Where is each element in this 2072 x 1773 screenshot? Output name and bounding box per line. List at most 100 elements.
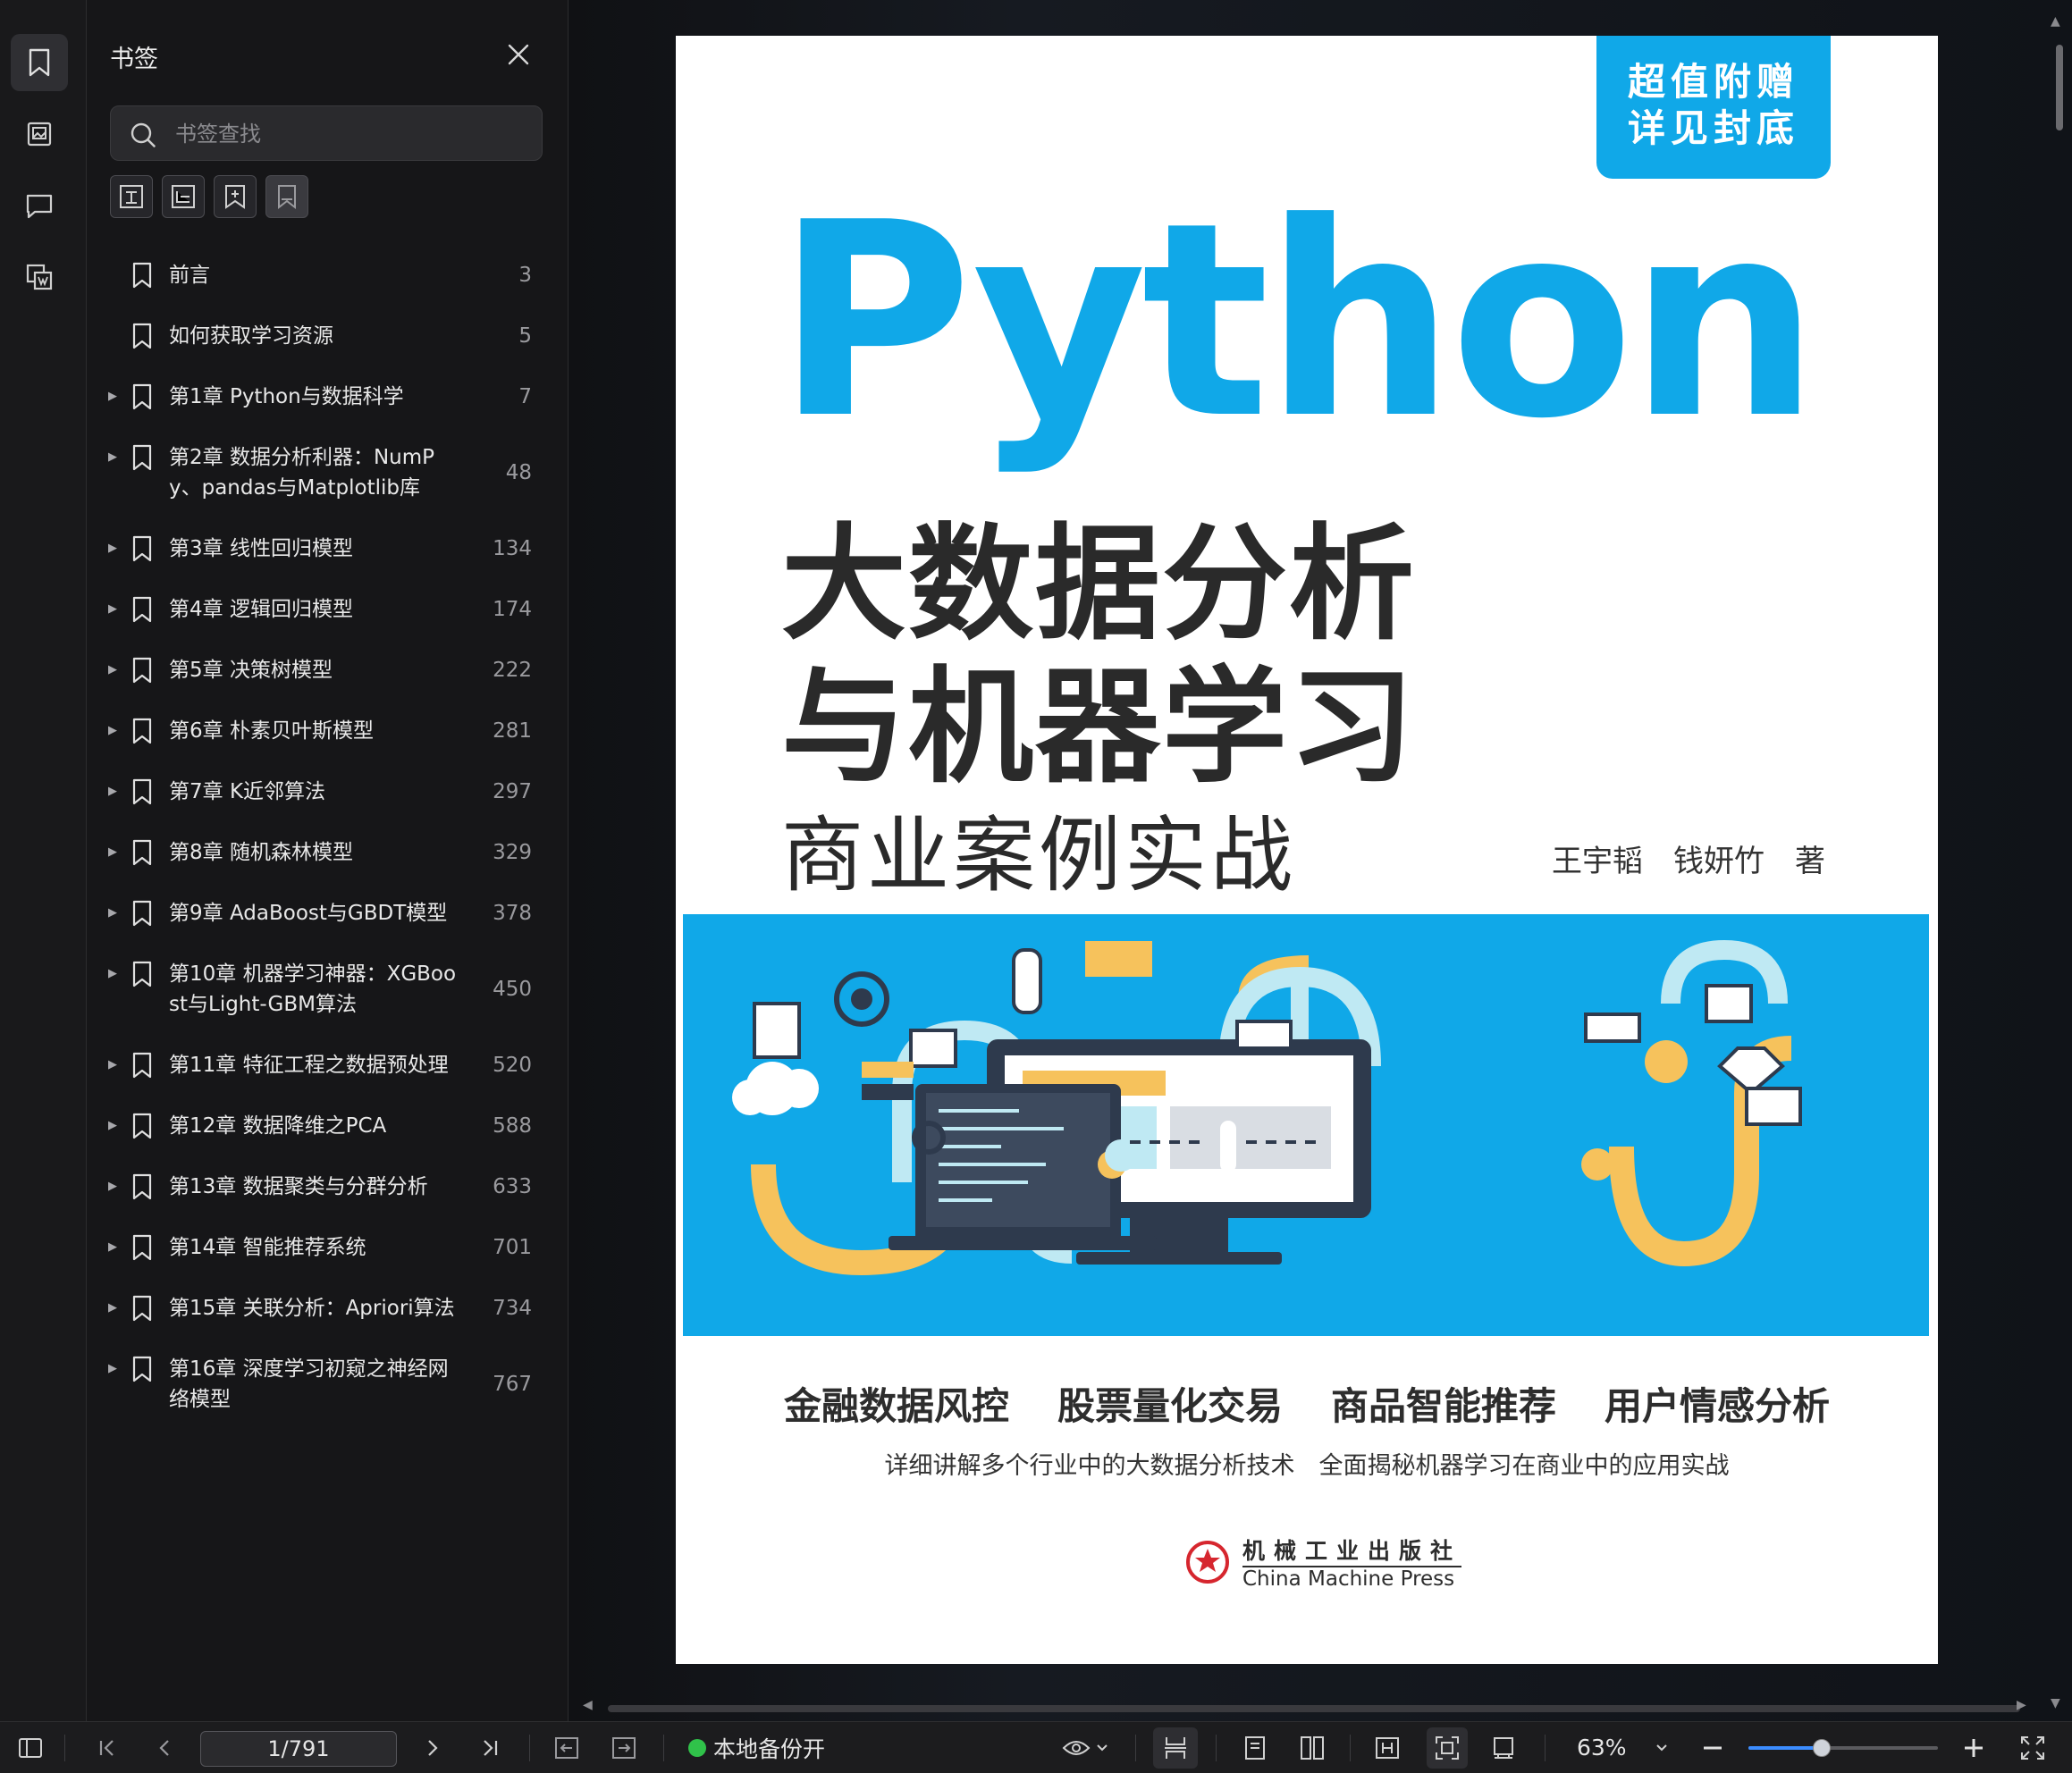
bookmark-label: 第6章 朴素贝叶斯模型 [169, 719, 374, 743]
bookmark-item[interactable]: 前言 3 [87, 245, 568, 306]
bookmark-icon [124, 1339, 160, 1399]
bookmark-tab-button[interactable] [11, 34, 68, 91]
scroll-right-arrow[interactable]: ▶ [2017, 1698, 2026, 1712]
two-page-button[interactable] [1293, 1722, 1332, 1773]
navigate-forward-button[interactable] [606, 1722, 642, 1773]
expand-caret-icon[interactable]: ▶ [87, 883, 117, 944]
navigate-back-button[interactable] [549, 1722, 585, 1773]
bookmark-label: 第9章 AdaBoost与GBDT模型 [169, 902, 448, 925]
chevron-down-icon [1097, 1744, 1108, 1752]
fit-width-button[interactable] [1368, 1722, 1407, 1773]
expand-caret-icon[interactable]: ▶ [87, 944, 117, 1004]
toggle-sidebar-button[interactable] [13, 1722, 48, 1773]
bookmark-item[interactable]: ▶ 第10章 机器学习神器：XGBoost与Light-GBM算法 450 [87, 944, 568, 1035]
comment-icon [26, 194, 53, 219]
bookmark-item[interactable]: ▶ 第1章 Python与数据科学 7 [87, 366, 568, 427]
fullscreen-button[interactable] [2013, 1722, 2052, 1773]
two-page-icon [1301, 1736, 1324, 1760]
expand-caret-icon[interactable]: ▶ [87, 1156, 117, 1217]
bookmark-icon [124, 427, 160, 488]
comment-tab-button[interactable] [11, 177, 68, 234]
document-viewport[interactable]: 超值附赠 详见封底 Python 大数据分析 与机器学习 商业案例实战 王宇韬 … [569, 0, 2072, 1721]
bookmark-item[interactable]: ▶ 第9章 AdaBoost与GBDT模型 378 [87, 883, 568, 944]
bookmark-item[interactable]: ▶ 第4章 逻辑回归模型 174 [87, 579, 568, 640]
cover-tag: 金融数据风控 [783, 1384, 1009, 1428]
separator [663, 1735, 664, 1761]
expand-caret-icon[interactable]: ▶ [87, 1339, 117, 1399]
star-bookmark-button[interactable] [214, 175, 257, 218]
expand-caret-icon[interactable]: ▶ [87, 761, 117, 822]
local-backup-status[interactable]: 本地备份开 [688, 1722, 825, 1773]
bookmark-page-number: 222 [493, 659, 532, 682]
add-bookmark-button[interactable] [110, 175, 153, 218]
bookmark-item[interactable]: ▶ 第13章 数据聚类与分群分析 633 [87, 1156, 568, 1217]
actual-size-button[interactable] [1484, 1722, 1523, 1773]
continuous-scroll-button[interactable] [1153, 1727, 1198, 1769]
zoom-in-button[interactable] [1956, 1722, 1992, 1773]
scroll-down-arrow[interactable]: ▼ [2051, 1696, 2060, 1710]
bookmark-item[interactable]: ▶ 第14章 智能推荐系统 701 [87, 1217, 568, 1278]
bookmark-label: 前言 [169, 264, 210, 287]
bookmark-icon [124, 1035, 160, 1096]
expand-caret-icon[interactable]: ▶ [87, 640, 117, 701]
bookmark-label: 第15章 关联分析：Apriori算法 [169, 1297, 455, 1320]
scroll-left-arrow[interactable]: ◀ [583, 1698, 593, 1712]
zoom-slider[interactable] [1748, 1739, 1938, 1757]
bookmark-label: 第7章 K近邻算法 [169, 780, 326, 803]
badge-line-1: 超值附赠 [1627, 60, 1799, 104]
expand-caret-icon[interactable]: ▶ [87, 701, 117, 761]
view-mode-dropdown[interactable] [1058, 1722, 1112, 1773]
close-panel-button[interactable] [503, 39, 534, 70]
cover-title-line-3: 商业案例实战 [781, 808, 1297, 903]
bookmark-page-number: 3 [518, 264, 532, 287]
zoom-dropdown[interactable] [1648, 1722, 1675, 1773]
page-number-input[interactable]: 1/791 [200, 1731, 397, 1767]
forward-icon [612, 1737, 636, 1759]
fit-page-icon [1436, 1736, 1459, 1760]
bookmark-item[interactable]: ▶ 第6章 朴素贝叶斯模型 281 [87, 701, 568, 761]
expand-caret-icon[interactable]: ▶ [87, 366, 117, 427]
zoom-level[interactable]: 63% [1577, 1722, 1627, 1773]
bookmark-icon [124, 518, 160, 579]
bookmark-item[interactable]: ▶ 第2章 数据分析利器：NumPy、pandas与Matplotlib库 48 [87, 427, 568, 518]
expand-caret-icon[interactable]: ▶ [87, 518, 117, 579]
scroll-up-arrow[interactable]: ▲ [2051, 14, 2060, 29]
last-page-icon [484, 1740, 498, 1756]
bookmark-page-number: 588 [493, 1114, 532, 1138]
expand-caret-icon[interactable]: ▶ [87, 1035, 117, 1096]
thumbnail-tab-button[interactable] [11, 105, 68, 163]
last-page-button[interactable] [472, 1722, 508, 1773]
bookmark-item[interactable]: ▶ 第12章 数据降维之PCA 588 [87, 1096, 568, 1156]
close-icon [508, 44, 529, 65]
zoom-out-button[interactable] [1695, 1722, 1731, 1773]
expand-caret-icon[interactable]: ▶ [87, 579, 117, 640]
bookmark-item[interactable]: ▶ 第15章 关联分析：Apriori算法 734 [87, 1278, 568, 1339]
cover-title-line-1: 大数据分析 [781, 512, 1417, 658]
bookmark-search-input[interactable] [173, 106, 535, 162]
vertical-scrollbar-thumb[interactable] [2056, 45, 2063, 130]
fit-page-button[interactable] [1427, 1727, 1468, 1769]
attachment-tab-button[interactable] [11, 248, 68, 306]
horizontal-scrollbar-thumb[interactable] [608, 1705, 2020, 1712]
bookmark-item[interactable]: ▶ 第7章 K近邻算法 297 [87, 761, 568, 822]
bookmark-item[interactable]: ▶ 第3章 线性回归模型 134 [87, 518, 568, 579]
expand-caret-icon[interactable]: ▶ [87, 1278, 117, 1339]
add-child-bookmark-button[interactable] [162, 175, 205, 218]
expand-caret-icon[interactable]: ▶ [87, 1096, 117, 1156]
expand-caret-icon[interactable]: ▶ [87, 822, 117, 883]
expand-caret-icon[interactable]: ▶ [87, 427, 117, 488]
bookmark-item[interactable]: ▶ 第5章 决策树模型 222 [87, 640, 568, 701]
bookmark-outline-button[interactable] [265, 175, 308, 218]
next-page-button[interactable] [415, 1722, 451, 1773]
first-page-button[interactable] [89, 1722, 125, 1773]
bookmark-item[interactable]: ▶ 第11章 特征工程之数据预处理 520 [87, 1035, 568, 1096]
single-page-button[interactable] [1235, 1722, 1275, 1773]
previous-page-button[interactable] [147, 1722, 182, 1773]
chevron-down-icon [1656, 1744, 1667, 1752]
bookmark-item[interactable]: ▶ 第16章 深度学习初窥之神经网络模型 767 [87, 1339, 568, 1430]
expand-caret-icon[interactable]: ▶ [87, 1217, 117, 1278]
zoom-slider-handle[interactable] [1813, 1739, 1831, 1757]
bookmark-toolbar [110, 175, 308, 220]
bookmark-item[interactable]: ▶ 第8章 随机森林模型 329 [87, 822, 568, 883]
bookmark-item[interactable]: 如何获取学习资源 5 [87, 306, 568, 366]
